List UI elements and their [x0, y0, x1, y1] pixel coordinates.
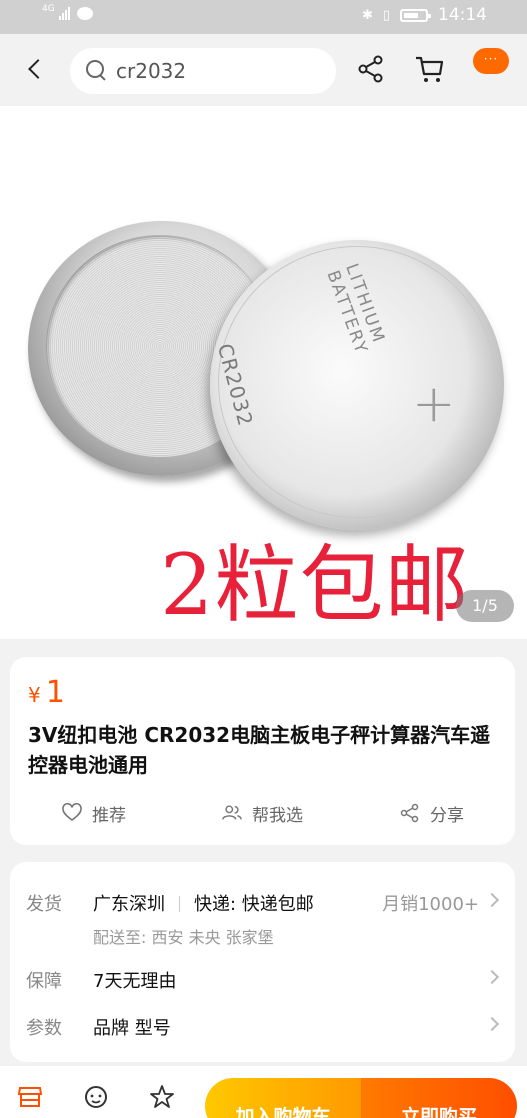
share-icon[interactable] — [357, 54, 385, 84]
battery-icon — [400, 8, 431, 22]
heart-icon — [62, 803, 82, 821]
monthly-sales: 月销1000+ — [382, 894, 479, 915]
chevron-right-icon — [484, 892, 500, 908]
status-bar: 4G ✱ ▯ 14:14 — [0, 0, 527, 34]
signal-icon — [58, 6, 70, 20]
action-row: 推荐 帮我选 分享 — [10, 795, 515, 831]
back-button[interactable] — [22, 56, 48, 82]
product-detail-card: 发货 广东深圳 快递: 快递包邮 配送至: 西安 未央 张家堡 月销1000+ 保… — [10, 862, 515, 1062]
params-label: 参数 — [26, 1018, 62, 1039]
params-row[interactable]: 参数 品牌 型号 — [10, 1014, 515, 1044]
product-info-card: ¥ 1 3V纽扣电池 CR2032电脑主板电子秤计算器汽车遥控器电池通用 推荐 … — [10, 657, 515, 845]
shipping-info: 广东深圳 快递: 快递包邮 — [93, 890, 314, 916]
clock: 14:14 — [438, 5, 487, 25]
network-type: 4G — [42, 3, 55, 14]
vibrate-icon: ▯ — [382, 7, 390, 23]
shipping-label: 发货 — [26, 894, 62, 915]
guarantee-value: 7天无理由 — [93, 971, 177, 992]
add-to-cart-button[interactable]: 加入购物车 — [205, 1078, 361, 1118]
express-info: 快递: 快递包邮 — [194, 894, 314, 915]
product-image-gallery[interactable]: CR2032 LITHIUM BATTERY + 2粒包邮 1/5 — [0, 106, 527, 639]
price-value: 1 — [45, 675, 65, 710]
recommend-button[interactable]: 推荐 — [62, 795, 126, 831]
more-button[interactable]: ··· — [473, 48, 509, 74]
star-icon[interactable] — [149, 1084, 175, 1110]
guarantee-row[interactable]: 保障 7天无理由 — [10, 967, 515, 997]
bluetooth-icon: ✱ — [361, 7, 373, 23]
store-icon[interactable] — [17, 1084, 43, 1110]
help-choose-label: 帮我选 — [252, 805, 303, 826]
bottom-bar: 加入购物车 立即购买 — [0, 1066, 527, 1118]
currency-symbol: ¥ — [28, 683, 41, 707]
share-label: 分享 — [430, 805, 464, 826]
buy-now-button[interactable]: 立即购买 — [361, 1078, 517, 1118]
divider — [179, 896, 180, 912]
people-icon — [222, 805, 242, 820]
search-input[interactable] — [116, 57, 316, 85]
top-nav: ··· — [0, 34, 527, 106]
promo-text: 2粒包邮 — [160, 536, 470, 634]
plus-sign: + — [412, 374, 456, 434]
chevron-right-icon — [484, 1016, 500, 1032]
shipping-origin: 广东深圳 — [93, 894, 165, 915]
shipping-row[interactable]: 发货 广东深圳 快递: 快递包邮 配送至: 西安 未央 张家堡 月销1000+ — [10, 890, 515, 950]
price: ¥ 1 — [28, 675, 65, 710]
wechat-icon — [76, 6, 93, 20]
share-icon — [400, 803, 419, 823]
search-box[interactable] — [70, 48, 336, 94]
help-choose-button[interactable]: 帮我选 — [222, 795, 303, 831]
search-icon — [86, 60, 106, 80]
customer-service-icon[interactable] — [83, 1084, 109, 1110]
cart-icon[interactable] — [414, 54, 446, 84]
params-value: 品牌 型号 — [93, 1018, 171, 1039]
product-title: 3V纽扣电池 CR2032电脑主板电子秤计算器汽车遥控器电池通用 — [28, 723, 491, 777]
chevron-right-icon — [484, 969, 500, 985]
page-indicator: 1/5 — [456, 590, 514, 622]
deliver-to: 配送至: 西安 未央 张家堡 — [93, 928, 274, 947]
recommend-label: 推荐 — [92, 805, 126, 826]
share-button[interactable]: 分享 — [400, 795, 464, 831]
guarantee-label: 保障 — [26, 971, 62, 992]
